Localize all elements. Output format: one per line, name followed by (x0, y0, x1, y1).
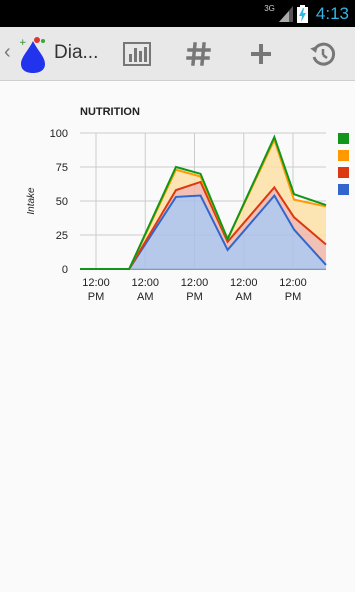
x-tick-label-period: PM (285, 291, 302, 303)
action-bar: ‹ + Dia... (0, 27, 355, 81)
app-title[interactable]: Dia... (54, 42, 98, 64)
x-tick-label-time: 12:00 (131, 277, 159, 289)
x-tick-label-period: PM (88, 291, 105, 303)
svg-text:+: + (19, 38, 27, 48)
y-tick-label: 0 (62, 264, 68, 276)
status-clock: 4:13 (315, 3, 349, 23)
chart-content-area: NUTRITION 0 25 50 75 100 12:00 PM 12:00 AM 12:00 PM… (0, 82, 355, 592)
legend-swatch-3 (338, 184, 349, 195)
bar-chart-icon (123, 42, 151, 66)
y-tick-label: 100 (50, 128, 68, 140)
add-button[interactable] (241, 35, 281, 73)
history-icon (310, 42, 336, 66)
x-tick-label-time: 12:00 (230, 277, 258, 289)
x-tick-label-time: 12:00 (82, 277, 110, 289)
history-button[interactable] (303, 35, 343, 73)
x-tick-label-period: AM (137, 291, 154, 303)
legend-swatch-0 (338, 133, 349, 144)
x-tick-label-period: PM (186, 291, 203, 303)
legend-swatch-2 (338, 167, 349, 178)
nutrition-chart: NUTRITION 0 25 50 75 100 12:00 PM 12:00 AM 12:00 PM… (26, 106, 349, 303)
y-tick-label: 50 (56, 196, 68, 208)
statistics-button[interactable] (117, 35, 157, 73)
chart-title: NUTRITION (80, 106, 140, 118)
status-bar: 3G 4:13 (0, 0, 355, 27)
x-tick-label-time: 12:00 (181, 277, 209, 289)
up-navigation-icon[interactable]: ‹ (4, 41, 11, 64)
y-tick-label: 75 (56, 162, 68, 174)
x-tick-label-period: AM (236, 291, 253, 303)
add-icon (251, 44, 271, 64)
network-type-label: 3G (264, 4, 275, 13)
y-axis-label: Intake (26, 187, 37, 215)
battery-charging-icon (296, 4, 308, 23)
tags-button[interactable] (179, 35, 219, 73)
x-tick-label-time: 12:00 (279, 277, 307, 289)
status-icons: 3G 4:13 (264, 2, 349, 25)
signal-icon (278, 5, 293, 22)
y-tick-label: 25 (56, 230, 68, 242)
legend-swatch-1 (338, 150, 349, 161)
app-logo-icon[interactable]: + (18, 35, 48, 73)
hash-icon (186, 42, 211, 66)
